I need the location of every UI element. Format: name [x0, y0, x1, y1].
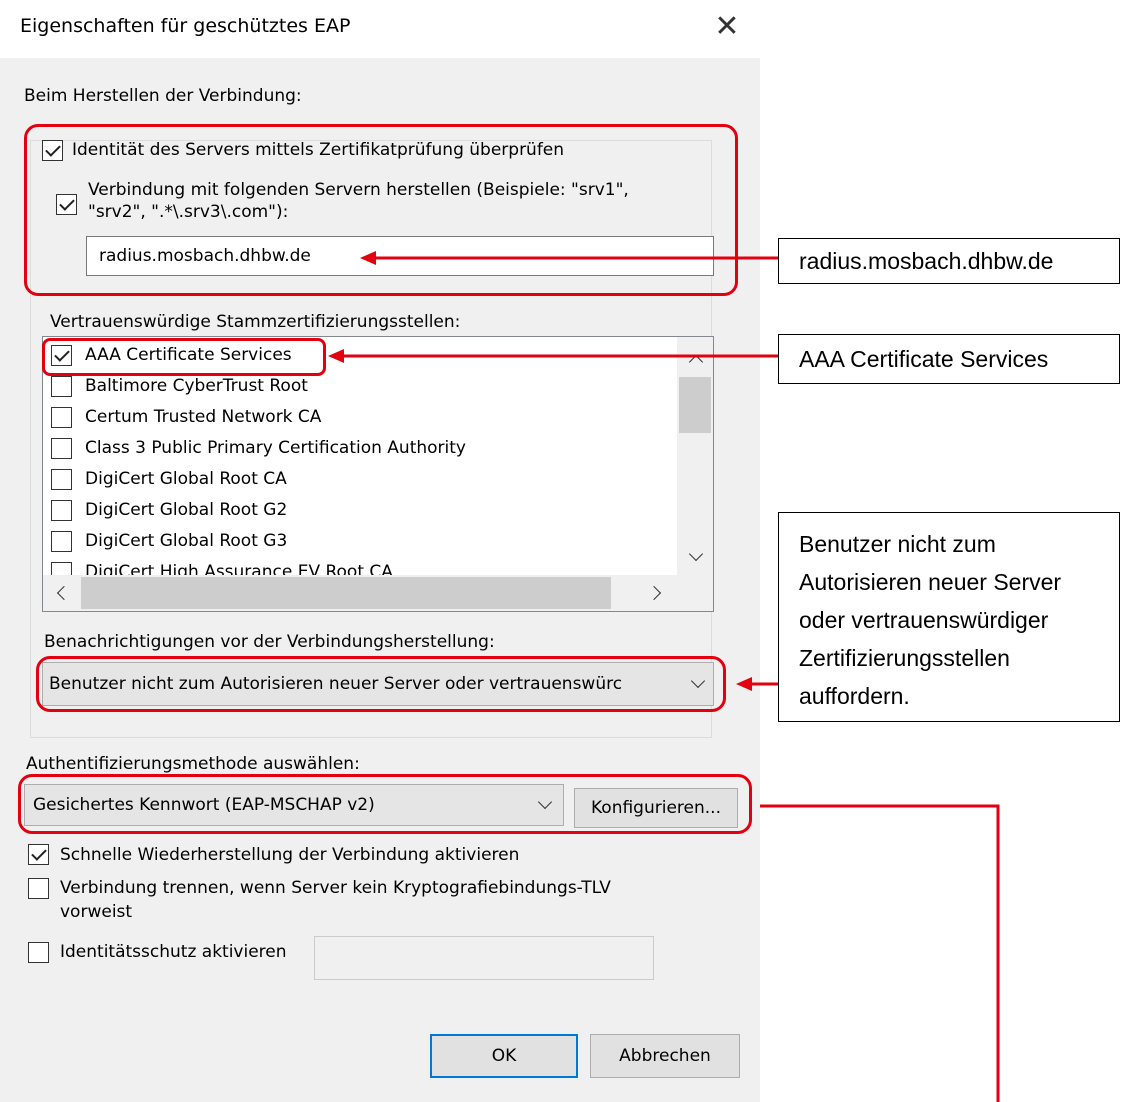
arrow-ca-head — [328, 349, 344, 363]
callout-notify: Benutzer nicht zum Autorisieren neuer Se… — [778, 512, 1120, 722]
callout-server: radius.mosbach.dhbw.de — [778, 238, 1120, 284]
callout-notify-line: auffordern. — [799, 683, 910, 709]
callout-notify-line: Benutzer nicht zum — [799, 531, 996, 557]
callout-notify-line: Zertifizierungsstellen — [799, 645, 1010, 671]
connector-auth — [760, 804, 1000, 1102]
callout-ca: AAA Certificate Services — [778, 334, 1120, 384]
callout-notify-line: Autorisieren neuer Server — [799, 569, 1062, 595]
callout-notify-line: oder vertrauenswürdiger — [799, 607, 1049, 633]
arrow-server-head — [360, 251, 376, 265]
arrow-notify-head — [736, 677, 752, 691]
